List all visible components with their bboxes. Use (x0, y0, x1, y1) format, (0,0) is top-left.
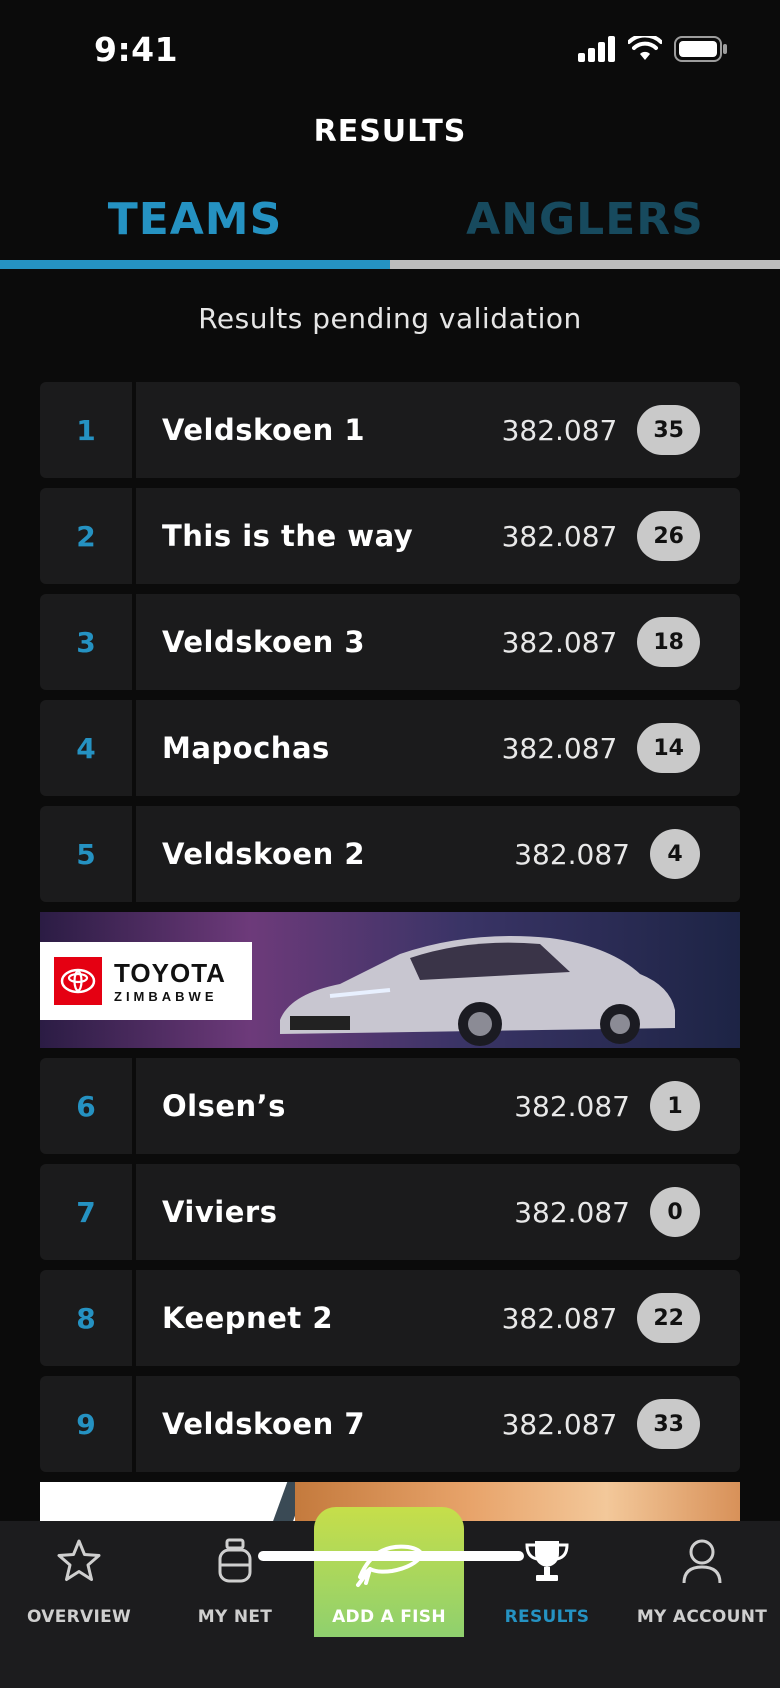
star-icon (55, 1537, 103, 1589)
rank-number: 1 (76, 413, 96, 447)
team-score: 382.087 (514, 837, 630, 871)
team-score: 382.087 (501, 519, 618, 553)
team-name: Veldskoen 2 (162, 837, 366, 871)
rank-number: 9 (76, 1407, 96, 1441)
add-a-fish-label: ADD A FISH (332, 1607, 446, 1627)
nav-results[interactable]: RESULTS (478, 1521, 616, 1641)
team-score: 382.087 (501, 1301, 618, 1335)
catch-count-badge: 4 (650, 829, 700, 879)
signal-icon (578, 36, 616, 66)
tab-anglers-label: ANGLERS (466, 194, 704, 245)
team-name: Olsen’s (162, 1089, 286, 1123)
nav-my-account[interactable]: MY ACCOUNT (628, 1521, 776, 1641)
car-image (280, 936, 675, 1046)
result-row[interactable]: 6 Olsen’s 382.087 1 (40, 1058, 740, 1154)
sponsor-banner-toyota[interactable]: TOYOTA ZIMBABWE (40, 912, 740, 1048)
result-row[interactable]: 7 Viviers 382.087 0 (40, 1164, 740, 1260)
tab-teams[interactable]: TEAMS (0, 188, 390, 270)
status-icons (578, 33, 728, 66)
result-row[interactable]: 1 Veldskoen 1 382.087 35 (40, 382, 740, 478)
team-score: 382.087 (501, 413, 618, 447)
rank-number: 5 (76, 837, 96, 871)
rank-number: 4 (76, 731, 96, 765)
team-name: Veldskoen 7 (162, 1407, 366, 1441)
nav-overview[interactable]: OVERVIEW (10, 1521, 148, 1641)
trophy-icon (523, 1537, 571, 1589)
catch-count-badge: 26 (637, 511, 700, 561)
keepnet-icon (215, 1537, 255, 1589)
home-indicator (258, 1551, 524, 1561)
battery-icon (674, 36, 728, 66)
team-score: 382.087 (501, 731, 618, 765)
catch-count-badge: 18 (637, 617, 700, 667)
catch-count-badge: 1 (650, 1081, 700, 1131)
nav-my-net[interactable]: MY NET (165, 1521, 305, 1641)
team-name: Viviers (162, 1195, 278, 1229)
page-title: RESULTS (313, 114, 467, 149)
nav-my-net-label: MY NET (197, 1607, 273, 1627)
catch-count-badge: 35 (637, 405, 700, 455)
rank-number: 8 (76, 1301, 96, 1335)
nav-results-label: RESULTS (504, 1607, 590, 1627)
wifi-icon (627, 33, 663, 66)
catch-count-badge: 22 (637, 1293, 700, 1343)
catch-count-badge: 14 (637, 723, 700, 773)
team-score: 382.087 (501, 1407, 618, 1441)
user-icon (678, 1537, 726, 1589)
rank-number: 6 (76, 1089, 96, 1123)
result-row[interactable]: 4 Mapochas 382.087 14 (40, 700, 740, 796)
result-row[interactable]: 2 This is the way 382.087 26 (40, 488, 740, 584)
team-name: This is the way (162, 519, 414, 553)
catch-count-badge: 0 (650, 1187, 700, 1237)
rank-number: 3 (76, 625, 96, 659)
toyota-country-text: ZIMBABWE (114, 989, 218, 1004)
team-score: 382.087 (514, 1089, 630, 1123)
status-time: 9:41 (94, 30, 179, 69)
team-name: Keepnet 2 (162, 1301, 334, 1335)
result-row[interactable]: 3 Veldskoen 3 382.087 18 (40, 594, 740, 690)
toyota-logo: TOYOTA ZIMBABWE (40, 942, 252, 1020)
toyota-brand-text: TOYOTA (114, 958, 226, 988)
rank-number: 2 (76, 519, 96, 553)
bottom-nav: OVERVIEW MY NET ADD A FISH RESULTS MY AC… (0, 1507, 780, 1688)
catch-count-badge: 33 (637, 1399, 700, 1449)
toyota-emblem-icon (54, 957, 102, 1005)
result-row[interactable]: 5 Veldskoen 2 382.087 4 (40, 806, 740, 902)
results-tabs: TEAMS ANGLERS (0, 188, 780, 270)
tab-anglers[interactable]: ANGLERS (390, 188, 780, 270)
add-a-fish-button[interactable]: ADD A FISH (314, 1507, 464, 1637)
team-name: Veldskoen 1 (162, 413, 366, 447)
status-bar: 9:41 (0, 0, 780, 100)
pending-notice: Results pending validation (198, 302, 582, 335)
rank-number: 7 (76, 1195, 96, 1229)
result-row[interactable]: 8 Keepnet 2 382.087 22 (40, 1270, 740, 1366)
tab-active-indicator (0, 260, 390, 269)
team-name: Veldskoen 3 (162, 625, 366, 659)
team-name: Mapochas (162, 731, 330, 765)
team-score: 382.087 (501, 625, 618, 659)
nav-my-account-label: MY ACCOUNT (636, 1607, 768, 1627)
result-row[interactable]: 9 Veldskoen 7 382.087 33 (40, 1376, 740, 1472)
tab-inactive-indicator (390, 260, 780, 269)
team-score: 382.087 (514, 1195, 630, 1229)
fish-icon (352, 1533, 426, 1593)
tab-teams-label: TEAMS (107, 194, 283, 245)
nav-overview-label: OVERVIEW (26, 1607, 132, 1627)
